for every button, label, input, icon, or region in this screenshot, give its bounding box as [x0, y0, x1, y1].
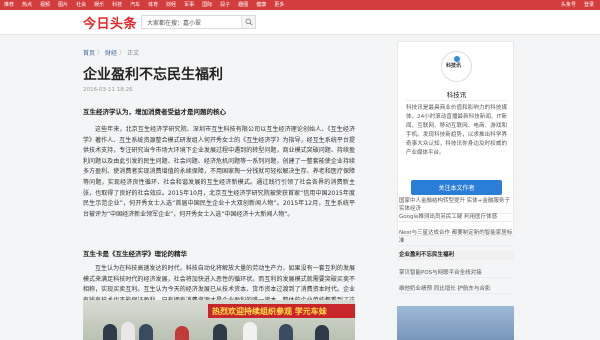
photo-crowd: [83, 320, 355, 340]
breadcrumb-home[interactable]: 首页: [83, 48, 95, 57]
article-paragraph: 互生认为在科技高速发达的时代，科技自动化将解放大量的劳动生产力，如果没有一套互利…: [83, 265, 355, 300]
photo-banner-text: 热烈欢迎持续组织参观 学元车妹: [212, 307, 327, 316]
sidebar-thumbnail[interactable]: [397, 306, 514, 340]
list-item[interactable]: Google推测出员另民工疑 利用医疗体感: [397, 213, 514, 222]
author-description: 科技讯是最具商业价值和影响力的科技媒体，24小时滚动直播最新科技新闻、IT新闻、…: [406, 105, 507, 156]
top-right-links: 头条号 登录: [553, 0, 594, 10]
article-title: 企业盈利不忘民生福利: [83, 67, 223, 83]
nav-item-tech[interactable]: 科技: [112, 0, 122, 10]
list-item[interactable]: 国家中人金融结构转型提升 实体+金融服务于实体经济: [397, 197, 514, 214]
nav-item-military[interactable]: 军事: [184, 0, 194, 10]
headline-account-link[interactable]: 头条号: [561, 0, 576, 10]
author-avatar[interactable]: 科技讯: [441, 51, 472, 82]
nav-item-auto[interactable]: 汽车: [130, 0, 140, 10]
photo-banner: 热烈欢迎持续组织参观 学元车妹: [208, 304, 355, 318]
breadcrumb-separator: 〉: [119, 50, 126, 57]
top-nav: 推荐 热点 视频 图片 社会 娱乐 科技 汽车 体育 财经 军事 国际 段子 趣…: [4, 0, 292, 10]
nav-item-jokes[interactable]: 段子: [220, 0, 230, 10]
article-paragraph: 这些年来，北京互生经济学研究院、深圳市互生科技有限公司以互生经济理论创始人、《互…: [83, 126, 355, 218]
nav-item-funny-pics[interactable]: 趣图: [238, 0, 248, 10]
follow-author-button[interactable]: 关注本文作者: [411, 180, 502, 195]
nav-item-recommend[interactable]: 推荐: [4, 0, 14, 10]
nav-item-more[interactable]: 更多: [274, 0, 284, 10]
breadcrumb-current: 正文: [127, 50, 140, 57]
nav-item-sports[interactable]: 体育: [148, 0, 158, 10]
article-subheading: 互生卡是《互生经济学》理论的精华: [83, 250, 187, 258]
nav-item-society[interactable]: 社会: [76, 0, 86, 10]
article-subheading: 互生经济学认为，增加消费者受益才是问题的核心: [83, 108, 226, 116]
nav-item-hot[interactable]: 热点: [22, 0, 32, 10]
search-button[interactable]: [241, 16, 255, 28]
nav-item-international[interactable]: 国际: [202, 0, 212, 10]
follow-button-label: 关注本文作者: [438, 185, 475, 192]
divider: [406, 100, 507, 101]
article-date: 2016-03-11 18:26: [83, 87, 133, 93]
login-link[interactable]: 登录: [584, 0, 594, 10]
nav-item-video[interactable]: 视频: [40, 0, 50, 10]
search-icon: [245, 18, 253, 26]
list-item[interactable]: Nest与三星达成合作 都要制定新的智能家居标准: [397, 229, 514, 246]
breadcrumb-section[interactable]: 财经: [105, 48, 117, 57]
avatar-label: 科技讯: [446, 63, 462, 69]
search-input[interactable]: 大家都在搜：嘉小翠: [141, 15, 256, 29]
search-input-value: 大家都在搜：嘉小翠: [147, 20, 202, 27]
list-item-active[interactable]: 企业盈利不忘民生福利: [397, 251, 514, 260]
article-photo: 热烈欢迎持续组织参观 学元车妹: [83, 300, 355, 340]
nav-item-health[interactable]: 健康: [256, 0, 266, 10]
nav-item-images[interactable]: 图片: [58, 0, 68, 10]
nav-item-entertainment[interactable]: 娱乐: [94, 0, 104, 10]
list-item[interactable]: 掌贝智能POS与网联平台全线对接: [397, 269, 514, 278]
author-name[interactable]: 科技讯: [398, 89, 515, 99]
list-item[interactable]: 维他奶业绩预 同比增长 护航东与合影: [397, 285, 514, 294]
breadcrumb: 首页 〉 财经 〉 正文: [83, 48, 139, 57]
breadcrumb-separator: 〉: [97, 50, 104, 57]
nav-item-finance[interactable]: 财经: [166, 0, 176, 10]
site-logo[interactable]: 今日头条: [83, 13, 137, 32]
